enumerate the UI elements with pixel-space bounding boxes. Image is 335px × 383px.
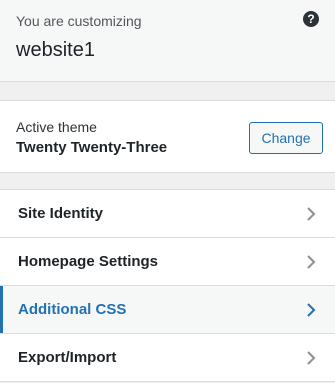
chevron-right-icon: [307, 303, 316, 317]
customizing-label: You are customizing: [16, 13, 142, 29]
chevron-right-icon: [307, 255, 316, 269]
site-title: website1: [16, 39, 95, 61]
active-theme-section: Active theme Twenty Twenty-Three Change: [0, 100, 335, 173]
active-theme-label: Active theme: [16, 119, 97, 135]
menu-item-export-import[interactable]: Export/Import: [0, 334, 335, 382]
menu-item-label: Homepage Settings: [18, 253, 159, 270]
chevron-right-icon: [307, 207, 316, 221]
customizer-header: You are customizing website1 ?: [0, 0, 335, 82]
menu-item-homepage-settings[interactable]: Homepage Settings: [0, 238, 335, 286]
menu-item-site-identity[interactable]: Site Identity: [0, 190, 335, 238]
menu-item-label: Additional CSS: [18, 301, 127, 318]
menu-item-label: Export/Import: [18, 349, 117, 366]
help-icon[interactable]: ?: [303, 11, 319, 27]
menu-item-additional-css[interactable]: Additional CSS: [0, 286, 335, 334]
change-theme-button[interactable]: Change: [249, 122, 323, 154]
menu-item-label: Site Identity: [18, 205, 104, 222]
chevron-right-icon: [307, 351, 316, 365]
customizer-menu: Site Identity Homepage Settings Addition…: [0, 189, 335, 382]
customizer-panel: You are customizing website1 ? Active th…: [0, 0, 335, 383]
theme-name: Twenty Twenty-Three: [16, 139, 168, 156]
